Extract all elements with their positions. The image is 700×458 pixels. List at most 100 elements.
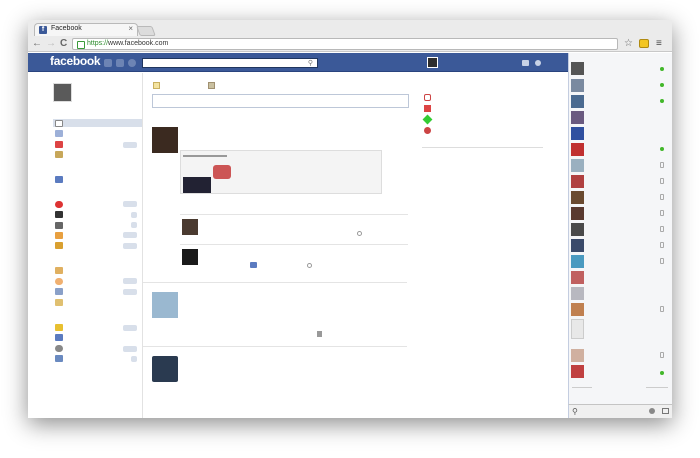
story-divider bbox=[143, 282, 407, 283]
birthday-icon[interactable] bbox=[424, 94, 431, 101]
messages-icon[interactable] bbox=[116, 59, 124, 67]
group-icon[interactable] bbox=[55, 267, 63, 274]
count-badge bbox=[131, 212, 137, 218]
interest-icon[interactable] bbox=[55, 324, 63, 331]
chat-contact-avatar[interactable] bbox=[571, 319, 584, 339]
address-bar[interactable]: https://www.facebook.com bbox=[72, 38, 618, 50]
story-author-avatar[interactable] bbox=[152, 127, 178, 153]
group-icon[interactable] bbox=[55, 299, 63, 306]
events-calendar-icon[interactable] bbox=[424, 105, 431, 112]
online-status-icon bbox=[660, 147, 664, 151]
commenter-avatar[interactable] bbox=[182, 219, 198, 235]
facebook-logo[interactable]: facebook bbox=[50, 54, 101, 68]
settings-icon[interactable] bbox=[535, 60, 541, 66]
app-icon[interactable] bbox=[55, 201, 63, 208]
chat-settings-icon[interactable] bbox=[649, 408, 655, 414]
photo-icon[interactable] bbox=[208, 82, 215, 89]
interest-icon[interactable] bbox=[55, 334, 63, 341]
photos-icon[interactable] bbox=[55, 151, 63, 158]
app-icon[interactable] bbox=[55, 222, 63, 229]
pages-icon[interactable] bbox=[55, 176, 63, 183]
app-icon[interactable] bbox=[55, 232, 63, 239]
chat-search-bar[interactable]: ⚲ bbox=[568, 404, 672, 418]
messages-nav-icon[interactable] bbox=[55, 130, 63, 137]
gift-icon[interactable] bbox=[422, 114, 433, 125]
chat-contact-avatar[interactable] bbox=[571, 159, 584, 172]
chat-contact-avatar[interactable] bbox=[571, 287, 584, 300]
chat-contact-avatar[interactable] bbox=[571, 349, 584, 362]
address-url: https://www.facebook.com bbox=[87, 40, 168, 47]
chat-contact-avatar[interactable] bbox=[571, 271, 584, 284]
count-badge bbox=[131, 222, 137, 228]
story-author-avatar[interactable] bbox=[152, 356, 178, 382]
chat-contact-avatar[interactable] bbox=[571, 95, 584, 108]
chat-contact-avatar[interactable] bbox=[571, 223, 584, 236]
notifications-icon[interactable] bbox=[128, 59, 136, 67]
extension-icon[interactable] bbox=[639, 39, 649, 48]
count-badge bbox=[123, 232, 137, 238]
story-author-avatar[interactable] bbox=[152, 292, 178, 318]
news-feed-icon[interactable] bbox=[55, 120, 63, 127]
map-thumbnail bbox=[213, 165, 231, 179]
chat-contact-avatar[interactable] bbox=[571, 191, 584, 204]
user-profile-picture[interactable] bbox=[53, 83, 72, 102]
chat-contact-avatar[interactable] bbox=[571, 303, 584, 316]
status-composer-input[interactable] bbox=[152, 94, 409, 108]
new-tab-button[interactable] bbox=[136, 26, 156, 36]
reload-icon[interactable]: C bbox=[60, 38, 67, 50]
mobile-status-icon bbox=[660, 242, 664, 248]
like-icon[interactable] bbox=[250, 262, 257, 268]
friends-icon[interactable] bbox=[522, 60, 529, 66]
chat-contact-avatar[interactable] bbox=[571, 239, 584, 252]
status-icon[interactable] bbox=[153, 82, 160, 89]
app-request-icon[interactable] bbox=[424, 127, 431, 134]
chat-contact-avatar[interactable] bbox=[571, 127, 584, 140]
online-status-icon bbox=[660, 67, 664, 71]
chat-contact-avatar[interactable] bbox=[571, 207, 584, 220]
comment-divider bbox=[180, 244, 408, 245]
online-status-icon bbox=[660, 99, 664, 103]
chat-popout-icon[interactable] bbox=[662, 408, 669, 414]
url-scheme: https:// bbox=[87, 40, 109, 47]
bookmark-star-icon[interactable]: ☆ bbox=[624, 38, 633, 50]
shared-link-preview[interactable] bbox=[180, 150, 382, 194]
globe-icon bbox=[357, 231, 362, 236]
browser-window: f Facebook × ← → C https://www.facebook.… bbox=[28, 20, 672, 418]
chat-section-divider bbox=[572, 387, 592, 388]
friends-audience-icon bbox=[317, 331, 322, 337]
lock-icon bbox=[77, 41, 85, 49]
nav-item-news-feed-selected[interactable] bbox=[53, 119, 142, 127]
mobile-status-icon bbox=[660, 210, 664, 216]
chat-contact-avatar[interactable] bbox=[571, 79, 584, 92]
chat-contact-avatar[interactable] bbox=[571, 255, 584, 268]
commenter-avatar[interactable] bbox=[182, 249, 198, 265]
forward-icon[interactable]: → bbox=[46, 38, 56, 50]
mobile-status-icon bbox=[660, 194, 664, 200]
group-icon[interactable] bbox=[55, 288, 63, 295]
group-icon[interactable] bbox=[55, 278, 63, 285]
chat-search-icon[interactable]: ⚲ bbox=[572, 407, 578, 416]
chat-contact-avatar[interactable] bbox=[571, 62, 584, 75]
chat-contact-avatar[interactable] bbox=[571, 365, 584, 378]
online-status-icon bbox=[660, 83, 664, 87]
events-icon[interactable] bbox=[55, 141, 63, 148]
tab-facebook[interactable]: f Facebook × bbox=[34, 23, 138, 36]
chat-contact-avatar[interactable] bbox=[571, 143, 584, 156]
globe-icon bbox=[307, 263, 312, 268]
app-icon[interactable] bbox=[55, 242, 63, 249]
app-icon[interactable] bbox=[55, 211, 63, 218]
count-badge bbox=[123, 142, 137, 148]
chrome-menu-icon[interactable]: ≡ bbox=[656, 38, 662, 50]
back-icon[interactable]: ← bbox=[32, 38, 42, 50]
search-input[interactable]: ⚲ bbox=[142, 58, 318, 68]
friend-requests-icon[interactable] bbox=[104, 59, 112, 67]
count-badge bbox=[123, 289, 137, 295]
tab-close-icon[interactable]: × bbox=[128, 24, 133, 33]
search-icon[interactable]: ⚲ bbox=[308, 59, 313, 67]
chat-contact-avatar[interactable] bbox=[571, 111, 584, 124]
chat-contact-avatar[interactable] bbox=[571, 175, 584, 188]
profile-avatar[interactable] bbox=[427, 57, 438, 68]
count-badge bbox=[123, 243, 137, 249]
interest-icon[interactable] bbox=[55, 345, 63, 352]
interest-icon[interactable] bbox=[55, 355, 63, 362]
